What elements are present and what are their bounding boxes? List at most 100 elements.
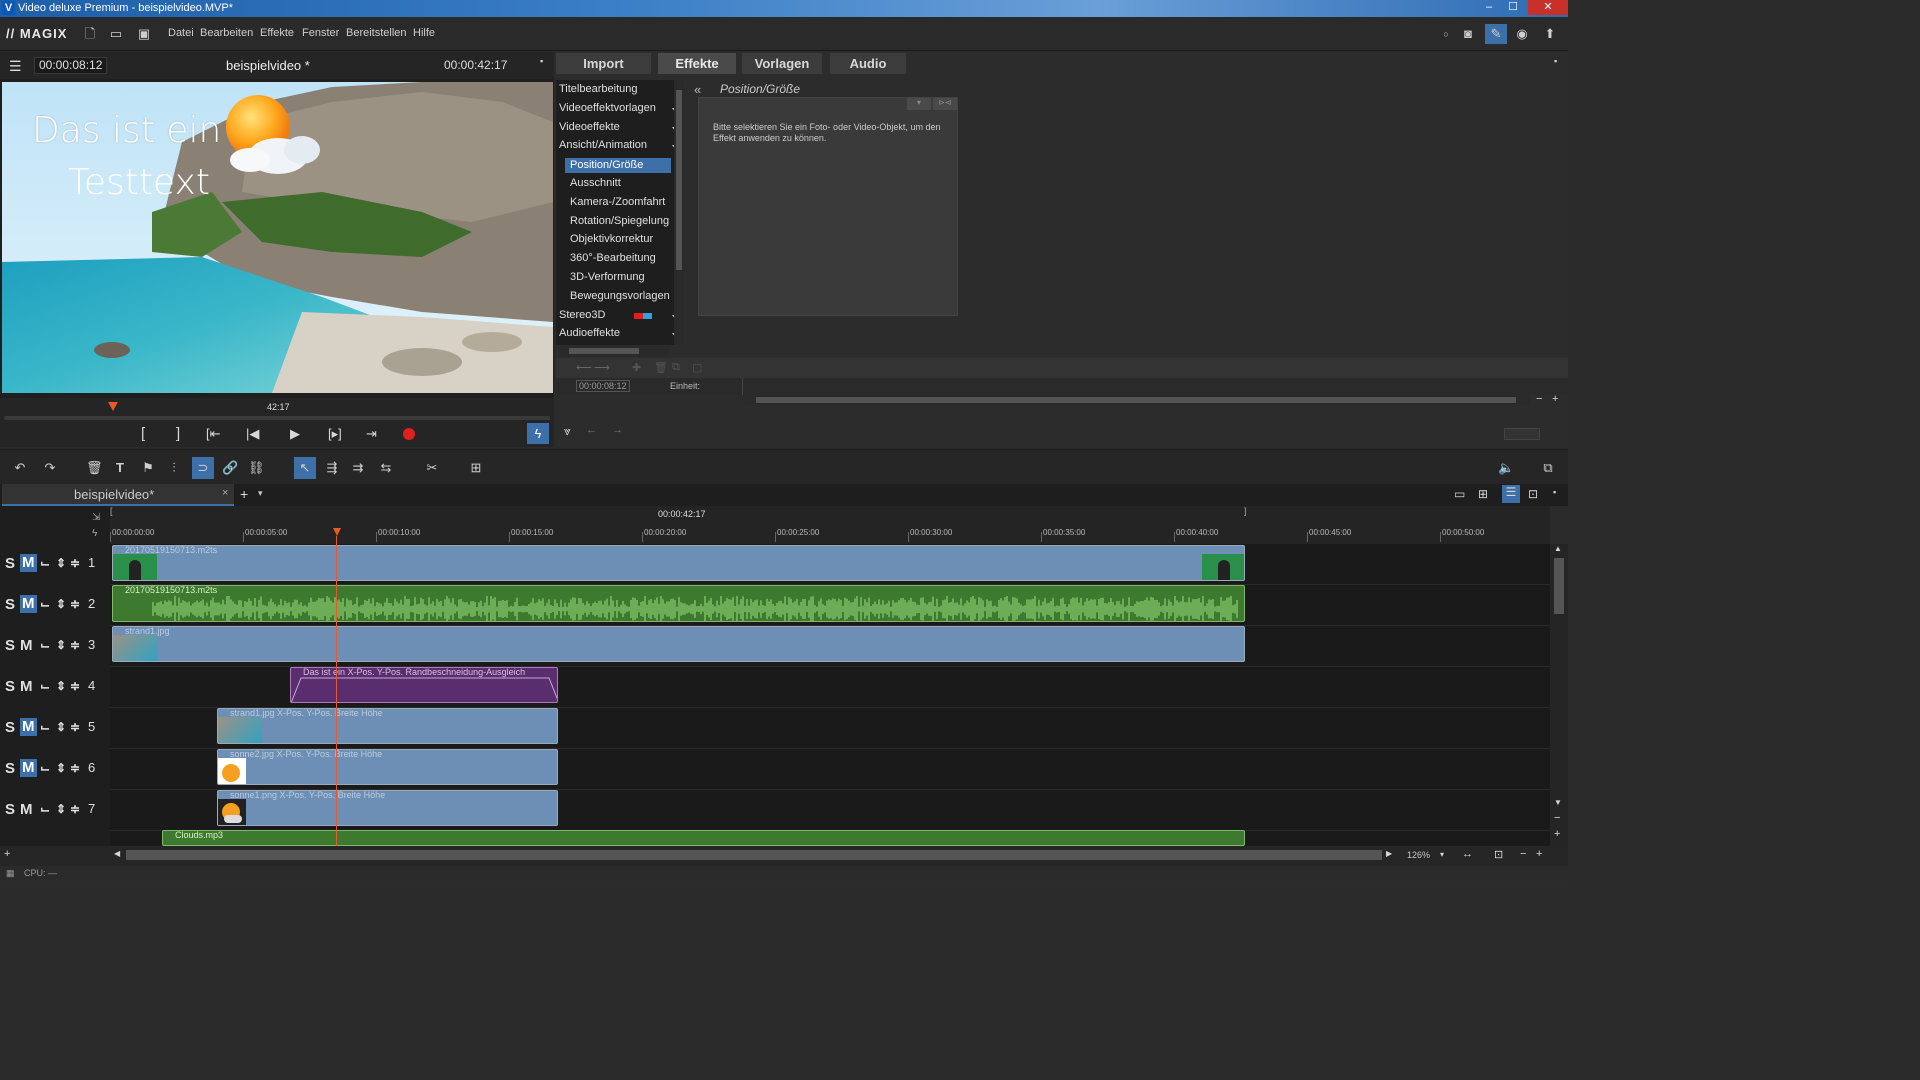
maximize-pool-icon[interactable]: ▪ [1554,56,1557,66]
tab-effekte[interactable]: Effekte [658,53,736,74]
zoom-level[interactable]: 126% [1407,850,1430,860]
multi-track-tool-icon[interactable]: ⇉ [350,460,366,476]
track-options-icon[interactable]: ⇲ [92,512,100,523]
save-icon[interactable]: ▣ [136,26,152,42]
previous-marker-icon[interactable]: |◀ [246,426,259,442]
audio-clip-2[interactable]: 20170519150713.m2ts [112,585,1245,622]
preset-dropdown-icon[interactable]: ▾ [907,98,931,110]
mouse-mode-icon[interactable]: ⊃ [192,457,214,479]
effect-item-videoeffektvorlagen[interactable]: Videoeffektvorlagen [559,102,656,114]
track-height-icon[interactable]: ⇕ [56,679,66,693]
tab-audio[interactable]: Audio [830,53,906,74]
solo-button[interactable]: S [5,801,15,818]
zoom-in-icon[interactable]: + [1536,848,1542,860]
track-settings-icon[interactable]: ≑ [70,638,80,652]
title-text-icon[interactable]: T [112,460,128,476]
play-icon[interactable]: ▶ [290,426,300,442]
lock-icon[interactable]: ⌙ [40,761,50,775]
track-settings-icon[interactable]: ≑ [70,802,80,816]
menu-datei[interactable]: Datei [168,27,194,39]
effect-item-kamera-zoomfahrt[interactable]: Kamera-/Zoomfahrt [570,196,665,208]
track-height-icon[interactable]: ⇕ [56,638,66,652]
menu-bearbeiten[interactable]: Bearbeiten [200,27,253,39]
track-number[interactable]: 1 [88,555,95,570]
cd-icon[interactable]: ◙ [1460,26,1476,42]
delete-icon[interactable]: 🗑 [86,460,103,476]
scroll-down-icon[interactable]: ▼ [1554,798,1562,807]
mixer-icon[interactable]: ⧉ [1540,460,1556,476]
export-share-icon[interactable]: ✎ [1485,24,1507,44]
redo-icon[interactable]: ↷ [42,460,58,476]
zoom-out-icon[interactable]: − [1520,848,1526,860]
track-settings-icon[interactable]: ≑ [70,597,80,611]
effect-item-position-größe[interactable]: Position/Größe [565,158,671,174]
zoom-dropdown-icon[interactable]: ▾ [1440,850,1444,859]
hscroll-thumb[interactable] [126,850,1382,860]
undo-icon[interactable]: ↶ [12,460,28,476]
track-number[interactable]: 7 [88,801,95,816]
timeline-playhead-marker[interactable] [333,528,341,536]
maximize-timeline-icon[interactable]: ▪ [1553,487,1556,497]
track-number[interactable]: 6 [88,760,95,775]
mark-out-button[interactable]: ] [176,425,180,442]
mark-in-button[interactable]: [ [141,425,145,442]
track-number[interactable]: 5 [88,719,95,734]
tab-import[interactable]: Import [556,53,651,74]
timeline-view-icon[interactable]: ☰ [1502,485,1520,503]
image-clip-6[interactable]: sonne2.jpg X-Pos. Y-Pos. Breite Höhe [217,749,558,785]
play-range-icon[interactable]: [▸] [328,426,342,442]
nav-back-icon[interactable]: ← [586,424,597,436]
image-clip-5[interactable]: strand1.jpg X-Pos. Y-Pos. Breite Höhe [217,708,558,744]
fit-all-icon[interactable]: ⊡ [1494,848,1503,861]
expand-down-icon[interactable]: ⩔ [564,424,571,439]
solo-button[interactable]: S [5,719,15,736]
keyframe-zoom-out-icon[interactable]: − [1536,393,1542,405]
effect-item-objektivkorrektur[interactable]: Objektivkorrektur [570,233,653,245]
vscroll-thumb[interactable] [1554,558,1564,614]
pool-small-field[interactable] [1504,428,1540,440]
ruler-range-end[interactable]: ] [1244,506,1247,516]
hamburger-menu-icon[interactable]: ☰ [9,58,22,75]
track-zoom-out-icon[interactable]: − [1554,812,1560,824]
track-number[interactable]: 2 [88,596,95,611]
track-lightning-icon[interactable]: ϟ [92,528,97,539]
volume-icon[interactable]: 🔈 [1498,460,1514,476]
track-height-icon[interactable]: ⇕ [56,761,66,775]
project-tab[interactable]: beispielvideo* × [2,484,234,506]
track-settings-icon[interactable]: ≑ [70,556,80,570]
tab-vorlagen[interactable]: Vorlagen [742,53,822,74]
select-tool-icon[interactable]: ↖ [294,457,316,479]
multicam-view-icon[interactable]: ⊡ [1528,487,1538,501]
scrub-track[interactable] [4,416,550,420]
scrub-playhead[interactable] [108,402,119,411]
scene-view-icon[interactable]: ⊞ [1478,487,1488,501]
menu-fenster[interactable]: Fenster [302,27,339,39]
solo-button[interactable]: S [5,760,15,777]
maximize-button[interactable]: ☐ [1502,0,1524,15]
menu-effekte[interactable]: Effekte [260,27,294,39]
ungroup-icon[interactable]: ⛓ [248,460,265,476]
next-keyframe-icon[interactable]: ⟶ [594,361,610,374]
track-height-icon[interactable]: ⇕ [56,802,66,816]
maximize-panel-icon[interactable]: ▪ [540,56,543,66]
menu-hilfe[interactable]: Hilfe [413,27,435,39]
image-clip-3[interactable]: strand1.jpg [112,626,1245,662]
mute-button[interactable]: M [20,718,37,736]
track-settings-icon[interactable]: ≑ [70,679,80,693]
record-icon[interactable] [403,428,415,440]
lock-icon[interactable]: ⌙ [40,597,50,611]
effect-item-stereo3d[interactable]: Stereo3D [559,309,605,321]
track-number[interactable]: 3 [88,637,95,652]
razor-tool-icon[interactable]: ✂ [424,460,440,476]
insert-range-icon[interactable]: ⊞ [468,460,484,476]
effect-item-ausschnitt[interactable]: Ausschnitt [570,177,621,189]
ripple-tool-icon[interactable]: ⇶ [324,460,340,476]
mute-button[interactable]: M [20,595,37,613]
project-list-dropdown-icon[interactable]: ▾ [258,488,263,499]
go-to-in-icon[interactable]: [⇤ [206,426,221,442]
preview-timecode-current[interactable]: 00:00:08:12 [34,57,108,74]
title-clip-4[interactable]: Das ist ein X-Pos. Y-Pos. Randbeschneidu… [290,667,558,703]
effect-item-audioeffekte[interactable]: Audioeffekte [559,327,620,339]
scroll-right-icon[interactable]: ▶ [1386,849,1392,858]
audio-clip-8[interactable]: Clouds.mp3 [162,830,1245,846]
